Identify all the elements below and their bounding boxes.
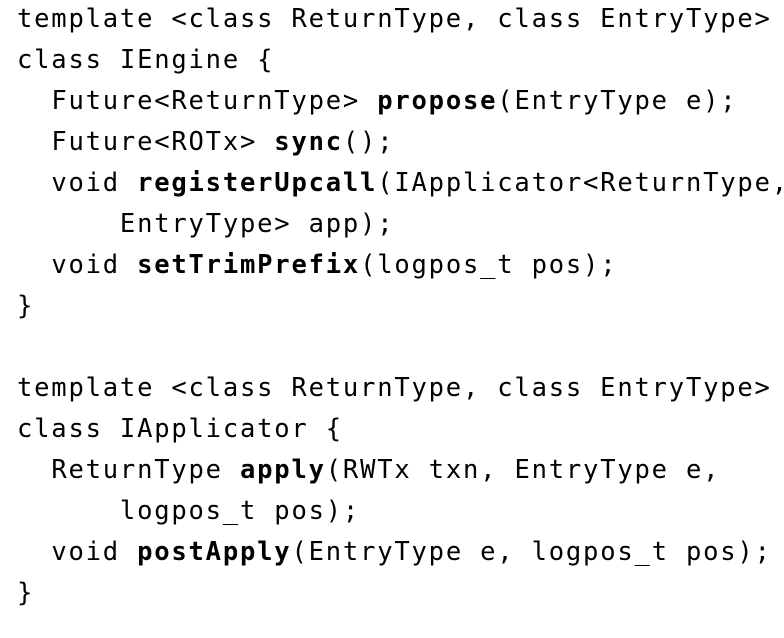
method-name: registerUpcall [137, 168, 378, 198]
code-line: void registerUpcall(IApplicator<ReturnTy… [17, 166, 784, 200]
code-text: logpos_t pos); [119, 496, 361, 526]
code-line: void postApply(EntryType e, logpos_t pos… [17, 535, 772, 569]
code-text: (RWTx txn, EntryType e, [325, 455, 721, 485]
code-text: (EntryType e, logpos_t pos); [291, 537, 772, 567]
code-line: void setTrimPrefix(logpos_t pos); [17, 248, 617, 282]
code-text: template <class ReturnType, class EntryT… [17, 373, 772, 403]
code-text: } [17, 291, 35, 321]
code-text: EntryType> app); [119, 209, 395, 239]
code-text: ReturnType [51, 455, 240, 485]
method-name: propose [377, 86, 498, 116]
code-line: EntryType> app); [17, 207, 394, 241]
method-name: apply [240, 455, 326, 485]
code-text: Future<ROTx> [51, 127, 275, 157]
code-line: Future<ReturnType> propose(EntryType e); [17, 84, 737, 118]
code-text: class IEngine { [17, 45, 275, 75]
code-line: Future<ROTx> sync(); [17, 125, 394, 159]
code-line: ReturnType apply(RWTx txn, EntryType e, [17, 453, 720, 487]
code-line: class IApplicator { [17, 412, 343, 446]
code-line: logpos_t pos); [17, 494, 360, 528]
method-name: sync [274, 127, 343, 157]
code-text: void [51, 537, 138, 567]
code-line: template <class ReturnType, class EntryT… [17, 2, 772, 36]
method-name: postApply [137, 537, 292, 567]
code-listing: template <class ReturnType, class EntryT… [0, 0, 784, 638]
method-name: setTrimPrefix [137, 250, 361, 280]
code-line: } [17, 289, 34, 323]
code-text: (logpos_t pos); [360, 250, 618, 280]
code-text: class IApplicator { [17, 414, 343, 444]
code-text: } [17, 578, 35, 608]
code-text: void [51, 168, 138, 198]
code-text: void [51, 250, 138, 280]
code-text: template <class ReturnType, class EntryT… [17, 4, 772, 34]
code-text: (EntryType e); [497, 86, 738, 116]
code-text: (); [342, 127, 395, 157]
code-text: (IApplicator<ReturnType, [377, 168, 784, 198]
code-line: } [17, 576, 34, 610]
code-text: Future<ReturnType> [51, 86, 378, 116]
code-line: class IEngine { [17, 43, 274, 77]
code-line: template <class ReturnType, class EntryT… [17, 371, 772, 405]
